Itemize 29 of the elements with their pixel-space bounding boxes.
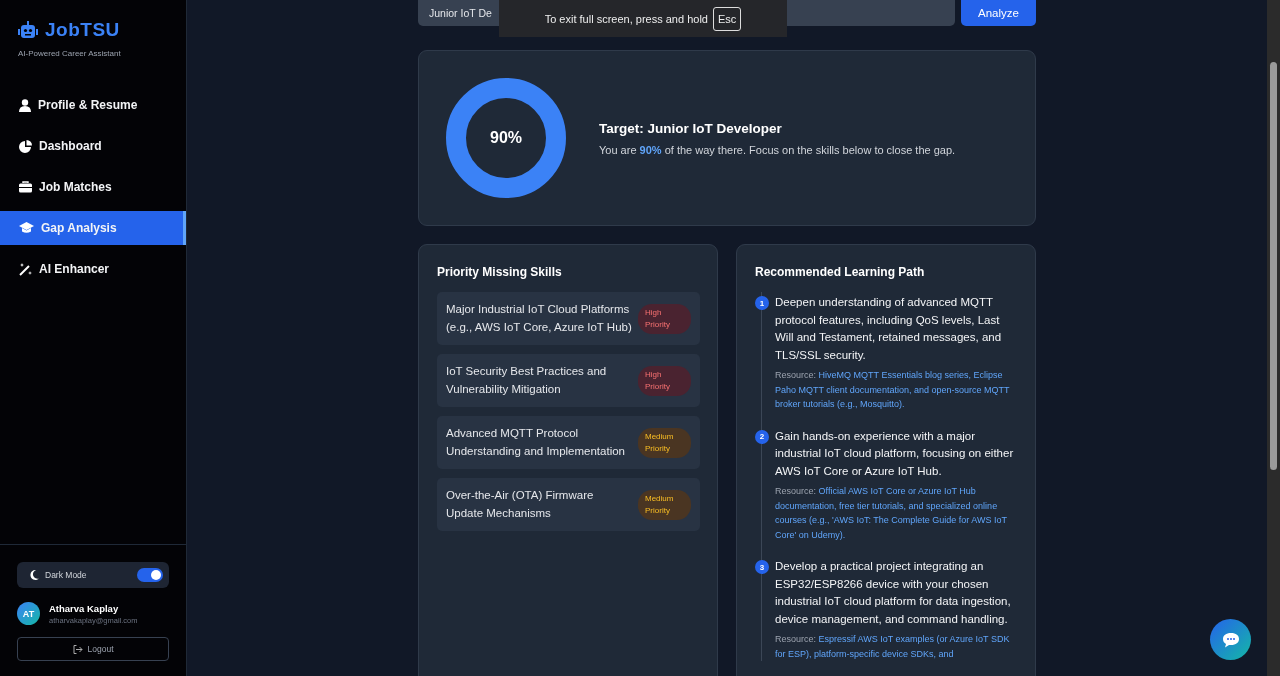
key-label: Esc: [712, 6, 742, 31]
notice-text: To exit full screen, press and hold: [544, 12, 708, 25]
skill-name: IoT Security Best Practices and Vulnerability Mitigation: [446, 364, 608, 397]
panel-title: Recommended Learning Path: [755, 265, 926, 279]
step-text: Develop a practical project integrating an ESP32/ESP8266 device with your chosen industrial IoT cloud platform for data ingestion, device management, and command handling.: [775, 559, 1012, 627]
progress-message: You are 90% of the way there. Focus on the skills below to close the gap.: [599, 143, 956, 156]
brand-name: JobTSU: [45, 19, 120, 41]
panel-title: Priority Missing Skills: [437, 265, 563, 279]
step-text: Deepen understanding of advanced MQTT protocol features, including QoS levels, Last Will and Testament, retained messages, and TLS/SSL security.: [775, 295, 1003, 363]
target-title: Target: Junior IoT Developer: [599, 120, 783, 136]
resource-text: Resource: Espressif AWS IoT examples (or Azure IoT SDK for ESP), platform-specific device SDKs, and: [775, 633, 1011, 661]
priority-badge: High Priority: [638, 303, 691, 334]
skill-name: Advanced MQTT Protocol Understanding and Implementation: [446, 426, 626, 459]
user-avatar: AT: [17, 602, 40, 625]
match-percent: 90%: [490, 129, 522, 147]
resource-text: Resource: Official AWS IoT Core or Azure IoT Hub documentation, free tier tutorials, and specialized online courses (e.g., 'AWS IoT: The Complete Guide for AWS IoT Core' on Udemy).: [775, 485, 1008, 542]
resource-text: Resource: HiveMQ MQTT Essentials blog series, Eclipse Paho MQTT client documentation, and open-source MQTT broker tutorials (e.g., Mosquitto).: [775, 369, 1011, 411]
step-number: 1: [755, 296, 769, 310]
dark-mode-label: Dark Mode: [45, 570, 88, 580]
step-text: Gain hands-on experience with a major industrial IoT cloud platform, focusing on either AWS IoT Core or Azure IoT Hub.: [775, 428, 1015, 479]
priority-badge: Medium Priority: [638, 427, 691, 458]
step-number: 3: [755, 560, 769, 574]
user-name: Atharva Kaplay: [49, 602, 120, 614]
skill-name: Major Industrial IoT Cloud Platforms (e.g., AWS IoT Core, Azure IoT Hub): [446, 302, 632, 335]
priority-badge: High Priority: [638, 365, 691, 396]
priority-badge: Medium Priority: [638, 489, 691, 520]
tagline: AI-Powered Career Assistant: [17, 48, 122, 58]
step-number: 2: [755, 429, 769, 444]
skill-name: Over-the-Air (OTA) Firmware Update Mechanisms: [446, 488, 595, 521]
